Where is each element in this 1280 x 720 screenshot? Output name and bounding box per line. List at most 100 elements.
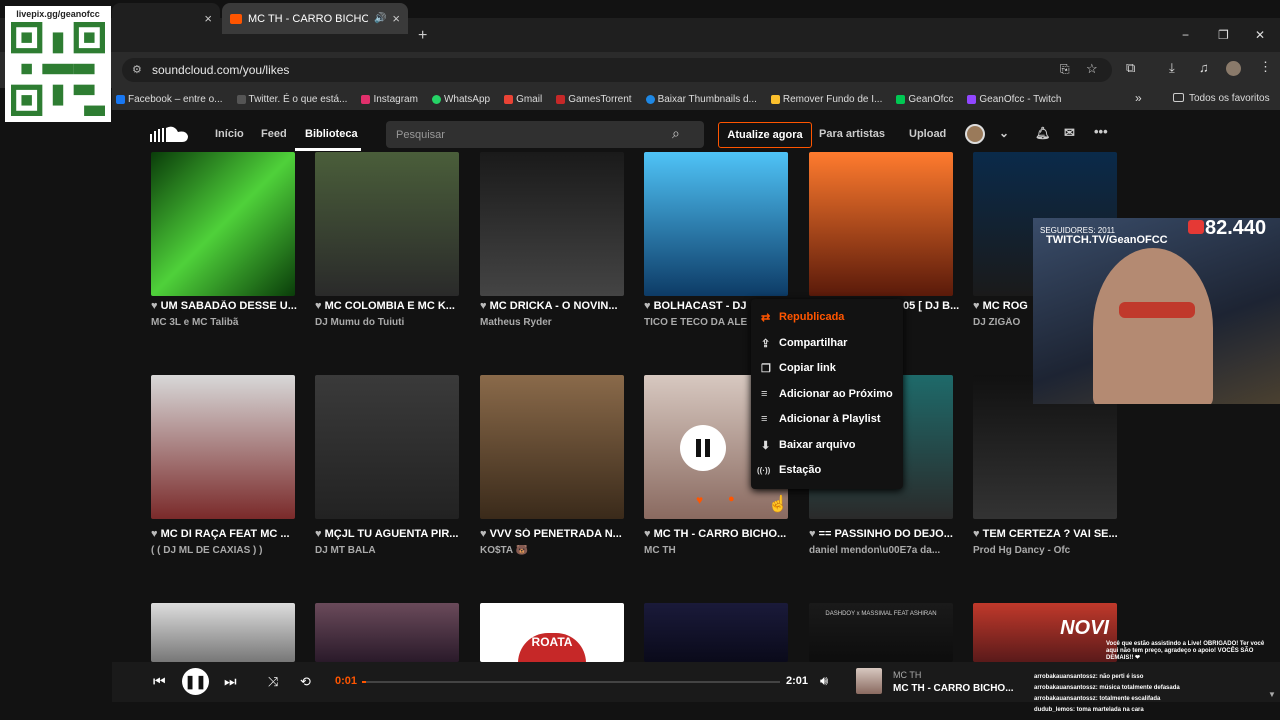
browser-tab-1[interactable]: × (112, 3, 220, 34)
track-artwork[interactable]: DASHDOY x MASSIMAL FEAT ASHIRAN (809, 603, 953, 662)
bookmark-star-icon[interactable]: ☆ (1086, 61, 1098, 77)
address-bar[interactable]: ⚙ soundcloud.com/you/likes ⎘ ☆ (122, 58, 1112, 82)
track-artist[interactable]: TICO E TECO DA ALE (644, 317, 748, 328)
close-tab-icon[interactable]: × (392, 11, 400, 26)
track-artwork[interactable] (644, 603, 788, 662)
track-artist[interactable]: DJ MT BALA (315, 545, 463, 556)
track-artist[interactable]: Matheus Ryder (480, 317, 628, 328)
heart-icon[interactable]: ♥ (151, 300, 161, 312)
menu-item-download[interactable]: ⬇ Baixar arquivo (761, 439, 855, 452)
now-playing-artwork[interactable] (856, 668, 882, 694)
track-artwork[interactable] (315, 603, 459, 662)
track-artist[interactable]: MC 3L e MC Talibã (151, 317, 299, 328)
track-artwork[interactable] (315, 152, 459, 296)
track-artwork[interactable] (480, 375, 624, 519)
heart-icon[interactable]: ♥ (644, 528, 654, 540)
track-title[interactable]: ♥ TEM CERTEZA ? VAI SE... (973, 528, 1121, 540)
progress-bar[interactable] (362, 681, 780, 683)
maximize-button[interactable]: ❐ (1218, 28, 1229, 42)
bookmarks-overflow-icon[interactable]: » (1135, 91, 1142, 105)
bookmark-remove-bg[interactable]: Remover Fundo de I... (770, 94, 882, 105)
all-bookmarks-folder[interactable]: Todos os favoritos (1173, 93, 1270, 104)
bookmark-facebook[interactable]: Facebook – entre o... (116, 94, 223, 105)
heart-icon[interactable]: ♥ (973, 528, 983, 540)
repeat-icon[interactable]: ⟲ (300, 674, 311, 690)
track-artwork[interactable] (809, 152, 953, 296)
volume-icon[interactable]: 🔊︎ (820, 673, 828, 689)
download-icon[interactable]: ⤓ (1169, 60, 1175, 76)
heart-icon[interactable]: ♥ (973, 300, 983, 312)
menu-item-repost[interactable]: ⇄ Republicada (761, 311, 844, 324)
messages-mail-icon[interactable]: ✉ (1064, 125, 1075, 141)
track-artwork[interactable] (151, 152, 295, 296)
track-artwork[interactable]: ROATA (480, 603, 624, 662)
close-tab-icon[interactable]: × (204, 11, 212, 26)
cast-icon[interactable]: ⎘ (1060, 62, 1070, 77)
now-playing-title[interactable]: MC TH - CARRO BICHO... (893, 683, 1013, 694)
track-artist[interactable]: MC TH (644, 545, 792, 556)
chevron-down-icon[interactable]: ⌄ (999, 126, 1009, 140)
close-window-button[interactable]: ✕ (1255, 28, 1265, 42)
track-artist[interactable]: DJ Mumu do Tuiuti (315, 317, 463, 328)
track-artist[interactable]: ( ( DJ ML DE CAXIAS ) ) (151, 545, 299, 556)
track-title[interactable]: ♥ MC DI RAÇA FEAT MC ... (151, 528, 299, 540)
browser-tab-active[interactable]: MC TH - CARRO BICHO DO 🔊 × (222, 3, 408, 34)
track-title[interactable]: ♥ MC COLOMBIA E MC K... (315, 300, 463, 312)
liked-heart-icon[interactable]: ♥ (696, 493, 703, 507)
track-title[interactable]: ♥ VVV SÓ PENETRADA N... (480, 528, 628, 540)
track-title[interactable]: 05 [ DJ B... (903, 300, 963, 312)
menu-item-station[interactable]: ((·)) Estação (757, 464, 821, 476)
track-artwork[interactable] (151, 603, 295, 662)
track-title[interactable]: ♥ MC TH - CARRO BICHO... (644, 528, 792, 540)
track-title[interactable]: ♥ MC ROG (973, 300, 1033, 312)
bookmark-thumbnails[interactable]: Baixar Thumbnails d... (645, 94, 757, 105)
minimize-button[interactable]: − (1182, 28, 1189, 42)
search-input[interactable]: Pesquisar ⌕ (386, 121, 704, 148)
heart-icon[interactable]: ♥ (480, 300, 490, 312)
heart-icon[interactable]: ♥ (151, 528, 161, 540)
nav-upload[interactable]: Upload (909, 128, 946, 140)
search-icon[interactable]: ⌕ (672, 125, 680, 142)
track-title[interactable]: ♥ MÇJL TU AGUENTA PIR... (315, 528, 463, 540)
bookmark-twitter[interactable]: Twitter. É o que está... (236, 94, 347, 105)
menu-item-add-next[interactable]: ≡ Adicionar ao Próximo (761, 388, 893, 400)
nav-for-artists[interactable]: Para artistas (819, 128, 885, 140)
track-artwork[interactable] (151, 375, 295, 519)
user-avatar[interactable] (965, 124, 985, 144)
nav-home[interactable]: Início (215, 128, 244, 140)
now-playing-artist[interactable]: MC TH (893, 670, 921, 680)
menu-item-share[interactable]: ⇪ Compartilhar (761, 337, 847, 350)
pause-button[interactable]: ❚❚ (182, 668, 209, 695)
soundcloud-logo-icon[interactable] (150, 126, 190, 142)
browser-menu-icon[interactable]: ⋮ (1259, 59, 1272, 75)
bookmark-gamestorrent[interactable]: GamesTorrent (556, 94, 632, 105)
menu-item-add-playlist[interactable]: ≡ Adicionar à Playlist (761, 413, 880, 425)
scroll-down-arrow-icon[interactable]: ▼ (1268, 690, 1276, 699)
bookmark-geanofcc[interactable]: GeanOfcc (896, 94, 953, 105)
previous-track-icon[interactable]: ⏮ (153, 673, 166, 690)
track-artist[interactable]: daniel mendon\u00E7a da... (809, 545, 957, 556)
track-artwork[interactable] (315, 375, 459, 519)
nav-library[interactable]: Biblioteca (305, 128, 358, 140)
track-title[interactable]: ♥ == PASSINHO DO DEJO... (809, 528, 957, 540)
heart-icon[interactable]: ♥ (315, 528, 325, 540)
menu-item-copy-link[interactable]: ❐ Copiar link (761, 362, 836, 375)
track-artwork[interactable] (644, 152, 788, 296)
heart-icon[interactable]: ♥ (644, 300, 654, 312)
profile-avatar[interactable] (1226, 61, 1241, 76)
extensions-icon[interactable]: ⧉ (1126, 60, 1135, 76)
follow-user-icon[interactable]: ● (728, 493, 735, 505)
track-artist[interactable]: Prod Hg Dancy - Ofc (973, 545, 1121, 556)
bookmark-gmail[interactable]: Gmail (504, 94, 542, 105)
bookmark-whatsapp[interactable]: WhatsApp (431, 94, 490, 105)
bookmark-instagram[interactable]: Instagram (361, 94, 418, 105)
track-artwork[interactable] (480, 152, 624, 296)
more-options-icon[interactable]: ••• (1094, 124, 1108, 139)
notifications-bell-icon[interactable]: 🔔︎ (1035, 126, 1050, 140)
next-track-icon[interactable]: ⏭ (224, 673, 237, 690)
pause-overlay-button[interactable] (680, 425, 726, 471)
bookmark-twitch[interactable]: GeanOfcc - Twitch (967, 94, 1061, 105)
heart-icon[interactable]: ♥ (809, 528, 819, 540)
nav-feed[interactable]: Feed (261, 128, 287, 140)
track-title[interactable]: ♥ BOLHACAST - DJ (644, 300, 748, 312)
